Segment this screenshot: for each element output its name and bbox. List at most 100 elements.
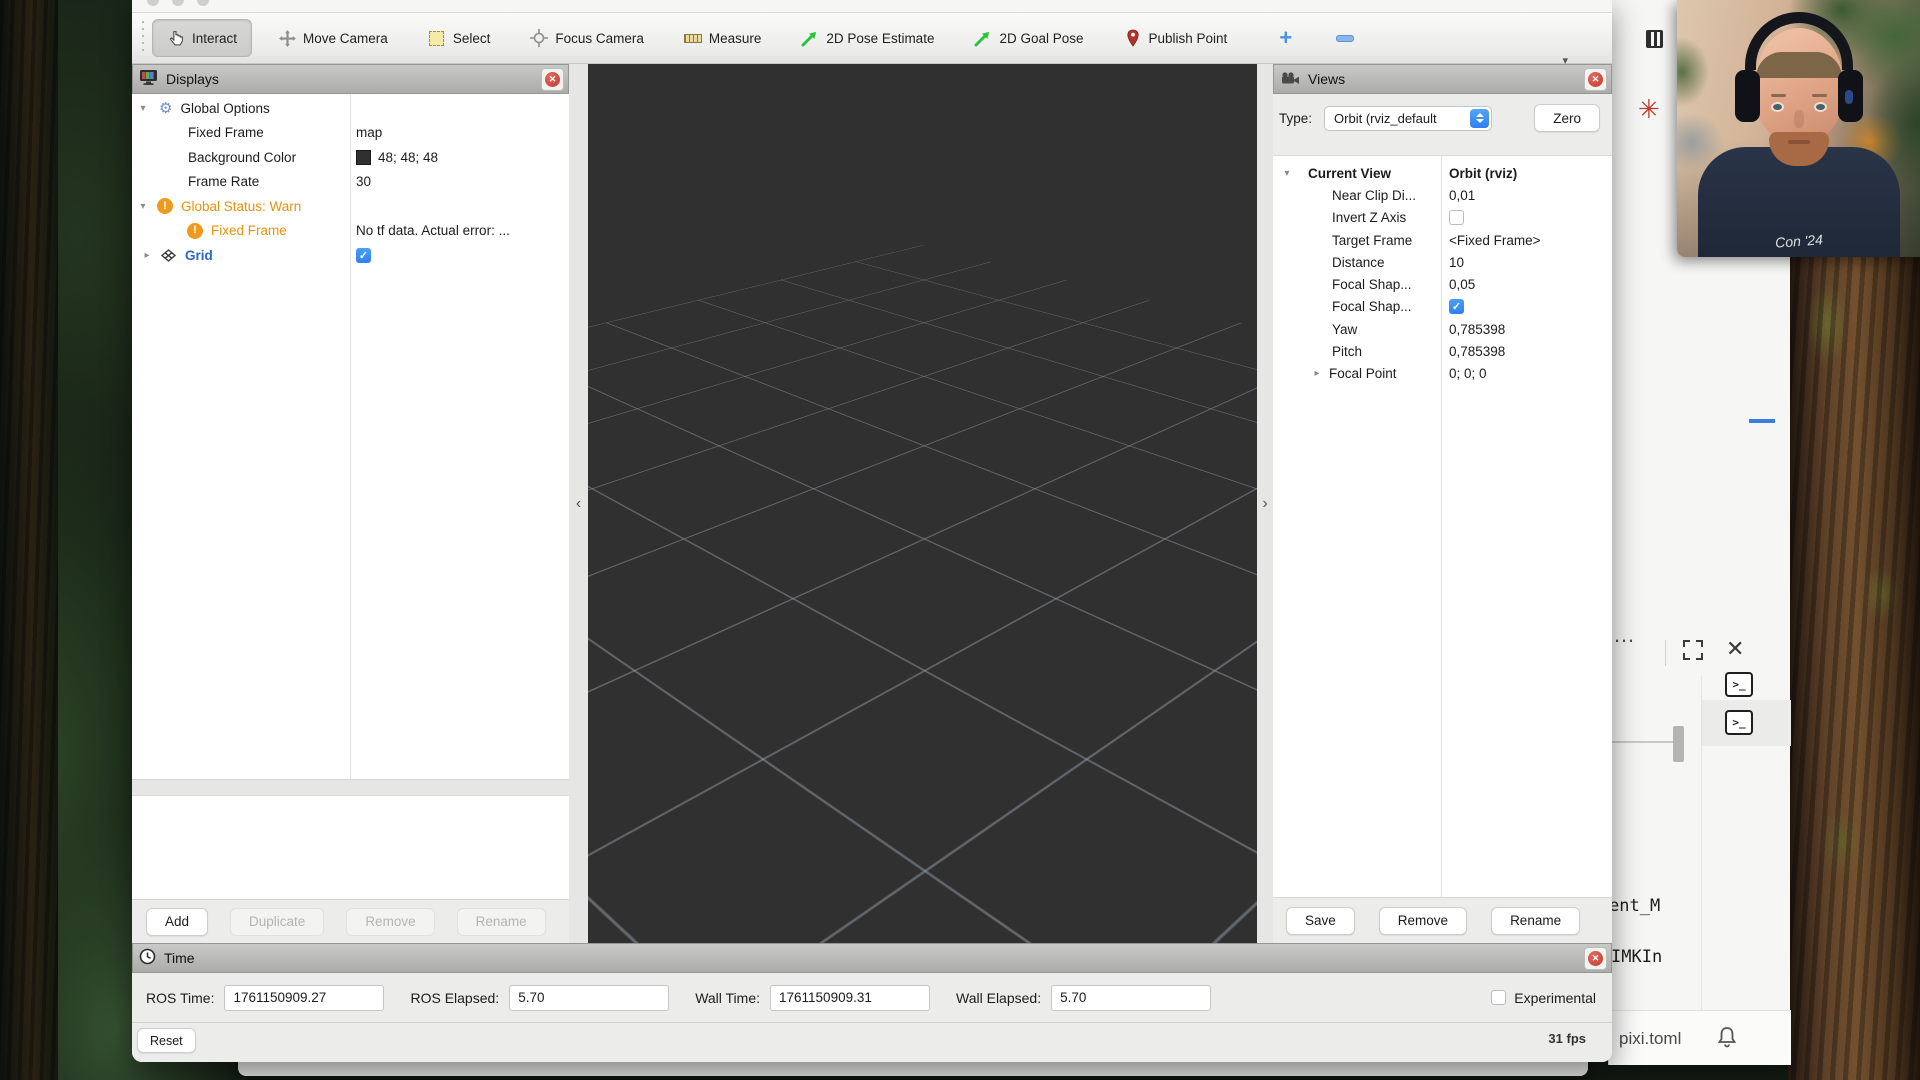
remove-tool-button[interactable] [1336, 35, 1354, 42]
tree-row-grid[interactable]: ▸ Grid ✓ [132, 243, 569, 268]
invert-z-checkbox[interactable] [1449, 210, 1464, 225]
move-arrows-icon [278, 29, 296, 47]
row-label: Near Clip Di... [1332, 188, 1416, 203]
tree-row-current-view[interactable]: ▾ Current View Orbit (rviz) [1273, 162, 1612, 184]
chevron-down-icon[interactable]: ▾ [137, 201, 149, 212]
close-panel-button[interactable]: ✕ [1584, 68, 1607, 91]
row-value[interactable]: 0,785398 [1449, 322, 1505, 337]
tool-focus-camera[interactable]: Focus Camera [516, 19, 658, 57]
window-zoom-button[interactable] [197, 0, 209, 6]
tree-row-yaw[interactable]: Yaw 0,785398 [1273, 318, 1612, 340]
row-label: Invert Z Axis [1332, 210, 1406, 225]
columns-icon[interactable] [1646, 30, 1663, 48]
experimental-checkbox[interactable] [1491, 990, 1506, 1005]
chevron-right-icon[interactable]: ▸ [141, 250, 153, 261]
chevron-right-icon[interactable]: ▸ [1311, 368, 1323, 379]
chevron-down-icon[interactable]: ▾ [1281, 168, 1293, 179]
wall-elapsed-input[interactable] [1051, 985, 1211, 1011]
3d-viewport[interactable] [588, 64, 1257, 943]
tree-row-focal-shape-fixed[interactable]: Focal Shap... ✓ [1273, 296, 1612, 318]
wall-time-input[interactable] [770, 985, 930, 1011]
row-value[interactable]: 30 [356, 174, 371, 189]
more-options-icon[interactable]: … [1613, 622, 1636, 648]
wall-elapsed-label: Wall Elapsed: [956, 990, 1041, 1006]
tool-publish-point[interactable]: Publish Point [1110, 19, 1242, 57]
view-type-dropdown[interactable]: Orbit (rviz_default [1324, 106, 1492, 131]
tree-row-distance[interactable]: Distance 10 [1273, 251, 1612, 273]
tree-row-global-status[interactable]: ▾ ! Global Status: Warn [132, 194, 569, 219]
panel-title: Time [164, 950, 195, 966]
row-value[interactable]: 0; 0; 0 [1449, 366, 1487, 381]
reset-button[interactable]: Reset [137, 1028, 196, 1053]
row-value[interactable]: map [356, 125, 382, 140]
close-icon[interactable]: ✕ [1726, 636, 1744, 662]
text-fragment: ent_M [1609, 896, 1660, 916]
window-minimize-button[interactable] [172, 0, 184, 6]
row-value[interactable]: ✓ [356, 248, 371, 263]
tool-2d-pose-estimate[interactable]: 2D Pose Estimate [787, 19, 948, 57]
save-button[interactable]: Save [1286, 907, 1355, 935]
tool-measure[interactable]: Measure [670, 19, 776, 57]
experimental-toggle[interactable]: Experimental [1491, 973, 1596, 1022]
terminal-icon[interactable]: >_ [1725, 672, 1753, 697]
tool-label: Publish Point [1149, 31, 1228, 46]
ros-time-input[interactable] [224, 985, 384, 1011]
chevron-down-icon[interactable]: ▾ [137, 103, 149, 114]
webcam-overlay: Con '24 [1677, 0, 1920, 257]
row-value[interactable]: <Fixed Frame> [1449, 233, 1541, 248]
scrollbar-thumb[interactable] [1673, 726, 1684, 762]
remove-button[interactable]: Remove [346, 908, 434, 936]
panel-splitter[interactable] [132, 780, 569, 795]
viewport-right-splitter[interactable]: › [1257, 64, 1273, 943]
tree-row-fixed-frame-warning[interactable]: ! Fixed Frame No tf data. Actual error: … [132, 219, 569, 244]
row-value[interactable]: 0,05 [1449, 277, 1475, 292]
grid-enabled-checkbox[interactable]: ✓ [356, 248, 371, 263]
close-panel-button[interactable]: ✕ [541, 68, 564, 91]
row-value: Orbit (rviz) [1449, 166, 1517, 181]
dropdown-stepper-icon[interactable] [1470, 109, 1489, 128]
row-value[interactable]: 10 [1449, 255, 1464, 270]
tree-row-near-clip[interactable]: Near Clip Di... 0,01 [1273, 184, 1612, 206]
viewport-left-splitter[interactable]: ‹ [569, 64, 588, 943]
row-value[interactable] [1449, 210, 1464, 225]
tree-row-background-color[interactable]: Background Color 48; 48; 48 [132, 145, 569, 170]
fps-counter: 31 fps [1548, 1031, 1586, 1046]
add-tool-button[interactable]: + [1279, 27, 1292, 49]
terminal-icon[interactable]: >_ [1725, 710, 1753, 735]
collapse-right-icon: › [1262, 495, 1267, 513]
duplicate-button[interactable]: Duplicate [230, 908, 324, 936]
add-button[interactable]: Add [146, 908, 208, 936]
tree-row-pitch[interactable]: Pitch 0,785398 [1273, 340, 1612, 362]
time-panel-header[interactable]: Time ✕ [132, 943, 1612, 973]
row-value[interactable]: 48; 48; 48 [356, 150, 438, 165]
close-panel-button[interactable]: ✕ [1584, 947, 1607, 970]
displays-panel-header[interactable]: Displays ✕ [132, 64, 569, 94]
tree-row-frame-rate[interactable]: Frame Rate 30 [132, 170, 569, 195]
tree-row-focal-shape-size[interactable]: Focal Shap... 0,05 [1273, 273, 1612, 295]
tool-2d-goal-pose[interactable]: 2D Goal Pose [960, 19, 1097, 57]
ros-elapsed-input[interactable] [509, 985, 669, 1011]
fullscreen-icon[interactable] [1683, 640, 1703, 660]
tool-interact[interactable]: Interact [152, 19, 252, 57]
toolbar-drag-handle[interactable] [140, 21, 146, 55]
tool-move-camera[interactable]: Move Camera [264, 19, 402, 57]
tree-row-focal-point[interactable]: ▸ Focal Point 0; 0; 0 [1273, 363, 1612, 385]
remove-button[interactable]: Remove [1379, 907, 1467, 935]
zero-button[interactable]: Zero [1534, 104, 1600, 132]
row-value[interactable]: 0,785398 [1449, 344, 1505, 359]
bell-icon[interactable] [1717, 1026, 1737, 1053]
focal-shape-checkbox[interactable]: ✓ [1449, 299, 1464, 314]
row-value[interactable]: ✓ [1449, 299, 1464, 314]
rename-button[interactable]: Rename [457, 908, 546, 936]
rename-button[interactable]: Rename [1491, 907, 1580, 935]
tree-row-global-options[interactable]: ▾ ⚙ Global Options [132, 96, 569, 121]
views-panel-header[interactable]: Views ✕ [1273, 64, 1612, 94]
file-name[interactable]: pixi.toml [1619, 1029, 1681, 1049]
tool-select[interactable]: Select [414, 19, 505, 57]
tree-row-fixed-frame[interactable]: Fixed Frame map [132, 121, 569, 146]
clock-icon [139, 948, 156, 968]
tree-row-target-frame[interactable]: Target Frame <Fixed Frame> [1273, 229, 1612, 251]
window-close-button[interactable] [147, 0, 159, 6]
tree-row-invert-z[interactable]: Invert Z Axis [1273, 207, 1612, 229]
row-value[interactable]: 0,01 [1449, 188, 1475, 203]
